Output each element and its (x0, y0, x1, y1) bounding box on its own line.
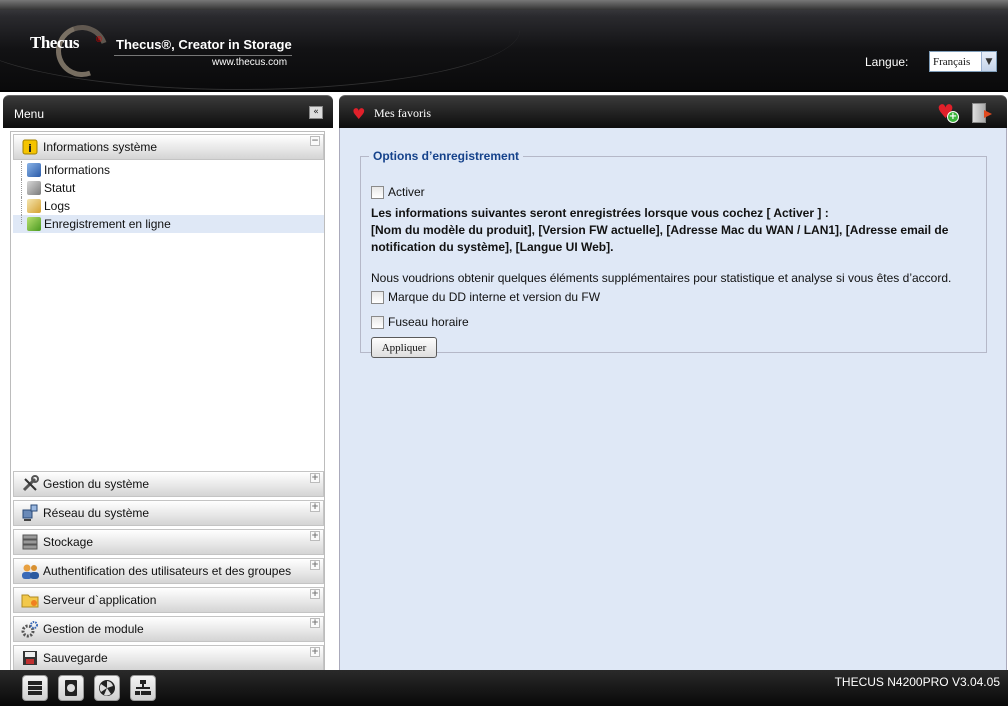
expand-section-icon[interactable]: + (310, 647, 320, 657)
checkbox-label: Fuseau horaire (388, 315, 469, 329)
logo-text: Thecus (30, 33, 79, 52)
language-select[interactable]: Français ▼ (929, 51, 997, 72)
users-icon (19, 561, 41, 581)
favorites-bar: ♥ Mes favoris ♥ + (339, 95, 1007, 128)
apply-button[interactable]: Appliquer (371, 337, 437, 358)
hdd-brand-checkbox[interactable]: Marque du DD interne et version du FW (371, 290, 600, 304)
main-content: Options d’enregistrement Activer Les inf… (339, 128, 1007, 670)
menu-section-sauvegarde[interactable]: Sauvegarde + (13, 645, 324, 671)
section-label: Stockage (43, 535, 94, 549)
chevron-down-icon[interactable]: ▼ (981, 52, 996, 71)
menu-section-authentification[interactable]: Authentification des utilisateurs et des… (13, 558, 324, 584)
logo-registered: ® (96, 35, 102, 44)
app-header: Thecus ® Thecus®, Creator in Storage www… (0, 0, 1008, 92)
gears-icon (19, 619, 41, 639)
checkbox-icon[interactable] (371, 315, 384, 329)
status-icon (27, 181, 41, 195)
checkbox-label: Activer (388, 185, 425, 199)
notice-line-1: Les informations suivantes seront enregi… (371, 206, 829, 220)
activate-checkbox[interactable]: Activer (371, 185, 425, 199)
expand-section-icon[interactable]: + (310, 502, 320, 512)
menu-item-label: Enregistrement en ligne (44, 217, 171, 231)
server-status-icon[interactable] (22, 675, 48, 701)
menu-title-bar: Menu « (3, 95, 333, 128)
registration-notice: Les informations suivantes seront enregi… (371, 205, 971, 256)
backup-icon (19, 648, 41, 668)
info-icon: i (19, 137, 41, 157)
checkbox-icon[interactable] (371, 185, 384, 199)
extra-info-text: Nous voudrions obtenir quelques éléments… (371, 271, 952, 285)
tools-icon (19, 474, 41, 494)
expand-section-icon[interactable]: + (310, 589, 320, 599)
menu-item-enregistrement-en-ligne[interactable]: Enregistrement en ligne (13, 215, 324, 233)
heart-icon: ♥ (352, 105, 366, 123)
language-value: Français (933, 55, 971, 68)
network-icon (19, 503, 41, 523)
add-favorite-icon[interactable]: ♥ + (937, 102, 959, 124)
checkbox-icon[interactable] (371, 290, 384, 304)
registration-icon (27, 217, 41, 231)
sidebar-menu: i Informations système − Informations St… (10, 131, 325, 674)
menu-section-serveur-application[interactable]: Serveur d`application + (13, 587, 324, 613)
menu-item-label: Informations (44, 163, 111, 177)
folder-server-icon (19, 590, 41, 610)
notice-line-2: [Nom du modèle du produit], [Version FW … (371, 223, 949, 254)
menu-item-logs[interactable]: Logs (13, 197, 324, 215)
collapse-section-icon[interactable]: − (310, 136, 320, 146)
fan-status-icon[interactable] (94, 675, 120, 701)
collapse-menu-icon[interactable]: « (309, 106, 323, 119)
menu-title: Menu (14, 107, 45, 121)
expand-section-icon[interactable]: + (310, 618, 320, 628)
menu-section-gestion-du-systeme[interactable]: Gestion du système + (13, 471, 324, 497)
menu-item-informations[interactable]: Informations (13, 161, 324, 179)
menu-item-label: Statut (44, 181, 76, 195)
website-url: www.thecus.com (212, 57, 288, 68)
section-label: Authentification des utilisateurs et des… (43, 564, 292, 578)
expand-section-icon[interactable]: + (310, 473, 320, 483)
logout-icon[interactable] (972, 103, 992, 123)
menu-section-gestion-de-module[interactable]: Gestion de module + (13, 616, 324, 642)
language-label: Langue: (865, 55, 909, 69)
registration-options-fieldset: Options d’enregistrement Activer Les inf… (360, 149, 987, 358)
logs-icon (27, 199, 41, 213)
information-page-icon (27, 163, 41, 177)
favorites-title[interactable]: Mes favoris (374, 106, 431, 121)
timezone-checkbox[interactable]: Fuseau horaire (371, 315, 469, 329)
menu-section-informations-systeme[interactable]: i Informations système − (13, 134, 324, 160)
tagline: Thecus®, Creator in Storage (116, 37, 292, 52)
storage-icon (19, 532, 41, 552)
checkbox-label: Marque du DD interne et version du FW (388, 290, 601, 304)
section-label: Informations système (43, 140, 158, 154)
disk-status-icon[interactable] (58, 675, 84, 701)
app-footer: THECUS N4200PRO V3.04.05 (0, 670, 1008, 706)
menu-tree: Informations Statut Logs Enregistrement … (13, 161, 324, 233)
section-label: Sauvegarde (43, 651, 108, 665)
menu-section-reseau-du-systeme[interactable]: Réseau du système + (13, 500, 324, 526)
svg-text:i: i (28, 142, 32, 155)
network-status-icon[interactable] (130, 675, 156, 701)
firmware-version: THECUS N4200PRO V3.04.05 (834, 675, 1000, 689)
section-label: Gestion du système (43, 477, 150, 491)
expand-section-icon[interactable]: + (310, 531, 320, 541)
fieldset-legend: Options d’enregistrement (373, 149, 520, 163)
menu-section-stockage[interactable]: Stockage + (13, 529, 324, 555)
tagline-rule (114, 55, 292, 56)
menu-item-statut[interactable]: Statut (13, 179, 324, 197)
expand-section-icon[interactable]: + (310, 560, 320, 570)
section-label: Réseau du système (43, 506, 150, 520)
menu-item-label: Logs (44, 199, 71, 213)
section-label: Serveur d`application (43, 593, 157, 607)
section-label: Gestion de module (43, 622, 144, 636)
